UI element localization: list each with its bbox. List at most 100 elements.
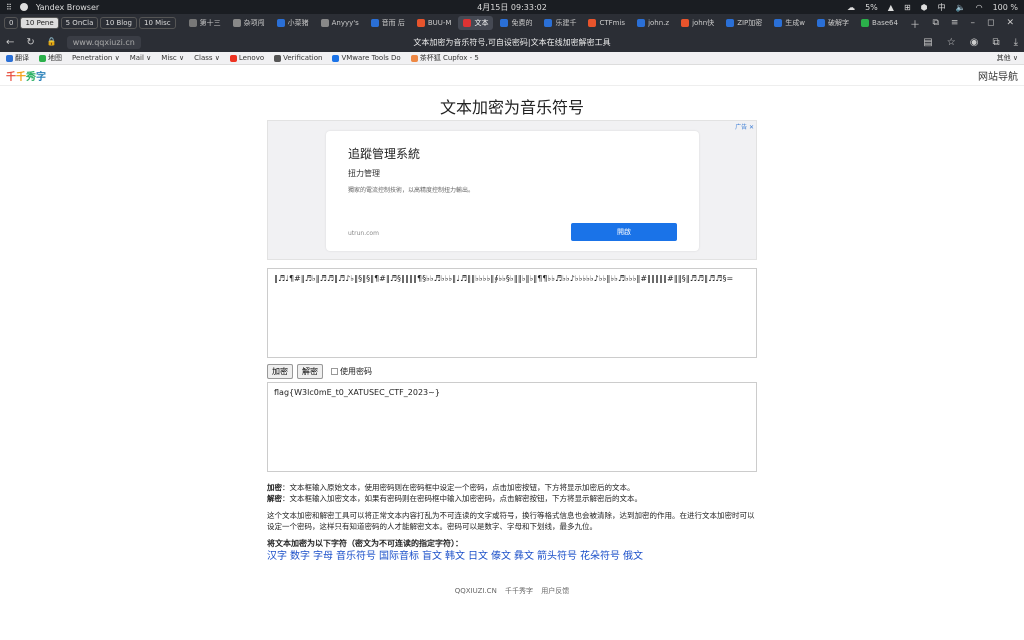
footer-link[interactable]: 用户反馈: [541, 587, 569, 595]
convert-link[interactable]: 韩文: [445, 551, 465, 562]
browser-tab[interactable]: john.z: [632, 16, 674, 30]
convert-link[interactable]: 花朵符号: [580, 551, 620, 562]
convert-link[interactable]: 傣文: [491, 551, 511, 562]
tray-icon[interactable]: ▲: [888, 3, 894, 12]
bookmark-item[interactable]: Misc ∨: [161, 53, 184, 63]
output-textarea[interactable]: flag{W3lc0mE_t0_XATUSEC_CTF_2023~}: [267, 382, 757, 472]
ad-card[interactable]: 追蹤管理系統 扭力管理 獨家的電流控制技術，以高精度控制扭力輸出。 utrun.…: [326, 131, 699, 251]
ad-open-button[interactable]: 開啟: [571, 223, 677, 241]
tab-favicon-icon: [370, 19, 379, 27]
bookmark-item[interactable]: 翻译: [6, 53, 29, 63]
browser-tab[interactable]: Anyyy's: [316, 16, 364, 30]
convert-link[interactable]: 国际音标: [379, 551, 419, 562]
bookmark-label: Lenovo: [238, 54, 265, 62]
convert-link[interactable]: 音乐符号: [336, 551, 376, 562]
convert-link[interactable]: 字母: [313, 551, 333, 562]
back-icon[interactable]: ←: [6, 37, 14, 48]
footer-link[interactable]: QQXIUZI.CN: [455, 587, 497, 595]
bookmark-item[interactable]: 茶杯狐 Cupfox - 5: [410, 53, 479, 63]
bookmark-item[interactable]: VMware Tools Do: [332, 53, 401, 63]
bookmark-item[interactable]: 地图: [39, 53, 62, 63]
browser-tab[interactable]: 破解字: [812, 16, 854, 30]
bookmark-item[interactable]: Penetration ∨: [72, 53, 120, 63]
browser-tab[interactable]: ZIP加密: [721, 16, 767, 30]
extensions-icon[interactable]: ▤: [923, 37, 932, 48]
apps-grid-icon[interactable]: ⠿: [6, 3, 12, 12]
browser-tab[interactable]: 免费的: [495, 16, 537, 30]
browser-tab[interactable]: 音而 后: [366, 16, 410, 30]
browser-tab[interactable]: 生成w: [769, 16, 810, 30]
bookmark-item[interactable]: Verification: [274, 53, 322, 63]
tab-manager-icon[interactable]: ⧉: [932, 18, 938, 28]
workspace-item[interactable]: 10 Pene: [20, 17, 59, 29]
workspace-item[interactable]: 10 Misc: [138, 17, 176, 29]
use-password-checkbox[interactable]: 使用密码: [331, 366, 372, 377]
tab-favicon-icon: [726, 19, 735, 27]
wifi-icon[interactable]: ◠: [976, 3, 983, 12]
tab-label: 杂项闯: [243, 19, 265, 27]
weather-value: 5%: [865, 2, 878, 12]
reload-icon[interactable]: ↻: [26, 37, 34, 48]
browser-tab[interactable]: 第十三: [184, 16, 226, 30]
workspace-item[interactable]: 10 Blog: [100, 17, 137, 29]
convert-link[interactable]: 日文: [468, 551, 488, 562]
convert-link[interactable]: 彝文: [514, 551, 534, 562]
input-textarea[interactable]: ‖♬♩¶#‖♬♭‖♬♬‖♬♪♭‖§‖§‖¶#‖♬§‖‖‖‖¶§♭♭♬♭♭♭‖♩♬…: [267, 268, 757, 358]
close-icon[interactable]: ✕: [1006, 18, 1014, 28]
use-password-label: 使用密码: [340, 366, 372, 376]
tab-label: 破解字: [828, 19, 850, 27]
url-field[interactable]: www.qqxiuzi.cn: [66, 35, 141, 49]
bookmark-item[interactable]: Lenovo: [229, 53, 265, 63]
tab-bar: 0 10 Pene 5 OnCla 10 Blog 10 Misc 第十三 杂项闯…: [0, 14, 1024, 32]
ad-banner[interactable]: 广告 ✕ 追蹤管理系統 扭力管理 獨家的電流控制技術，以高精度控制扭力輸出。 u…: [267, 120, 757, 260]
bookmark-item[interactable]: Mail ∨: [130, 53, 152, 63]
tab-label: 音而 后: [381, 19, 405, 27]
browser-tab[interactable]: 杂项闯: [228, 16, 270, 30]
checkbox-box[interactable]: [331, 367, 338, 375]
decrypt-button[interactable]: 解密: [297, 363, 323, 379]
browser-tab[interactable]: 小菜猪: [272, 16, 314, 30]
browser-tab[interactable]: 乐建千: [539, 16, 581, 30]
bookmark-icon[interactable]: ☆: [947, 37, 956, 48]
browser-tab[interactable]: BUU-M: [412, 16, 457, 30]
footer-link[interactable]: 千千秀字: [505, 587, 533, 595]
encrypt-button[interactable]: 加密: [267, 363, 293, 379]
profile-icon[interactable]: ◉: [970, 37, 979, 48]
workspace-item[interactable]: 0: [4, 17, 19, 29]
browser-tab[interactable]: CTFmis: [583, 16, 630, 30]
collections-icon[interactable]: ⧉: [992, 37, 999, 48]
bookmark-item[interactable]: Class ∨: [194, 53, 220, 63]
convert-link[interactable]: 盲文: [422, 551, 442, 562]
site-logo[interactable]: 千千秀字: [6, 68, 46, 83]
site-nav-link[interactable]: 网站导航: [978, 68, 1018, 83]
bookmark-label: Mail ∨: [129, 54, 152, 62]
main-content: 文本加密为音乐符号 广告 ✕ 追蹤管理系統 扭力管理 獨家的電流控制技術，以高精…: [267, 90, 757, 562]
convert-link[interactable]: 汉字: [267, 551, 287, 562]
tab-favicon-icon: [861, 19, 870, 27]
convert-link[interactable]: 箭头符号: [537, 551, 577, 562]
tab-favicon-icon: [774, 19, 783, 27]
convert-link[interactable]: 俄文: [623, 551, 643, 562]
bookmark-label: VMware Tools Do: [341, 54, 401, 62]
volume-icon[interactable]: 🔈: [956, 3, 966, 12]
tab-label: 小菜猪: [287, 19, 309, 27]
browser-tab[interactable]: john快: [676, 16, 719, 30]
menu-icon[interactable]: ≡: [951, 18, 959, 28]
download-icon[interactable]: ⤓: [1014, 37, 1018, 48]
browser-tab[interactable]: Base64: [856, 16, 903, 30]
minimize-icon[interactable]: –: [970, 18, 975, 28]
new-tab-button[interactable]: ＋: [905, 16, 925, 31]
tray-icon[interactable]: ⬢: [921, 3, 928, 12]
workspace-switcher: 0 10 Pene 5 OnCla 10 Blog 10 Misc: [4, 17, 176, 29]
maximize-icon[interactable]: ◻: [987, 18, 994, 28]
clock[interactable]: 4月15日 09:33:02: [477, 3, 547, 12]
tab-favicon-icon: [637, 19, 646, 27]
ad-choice-icon[interactable]: 广告 ✕: [735, 122, 754, 131]
tray-icon[interactable]: ⊞: [904, 3, 911, 12]
input-method[interactable]: 中: [938, 2, 946, 13]
bookmarks-more[interactable]: 其他 ∨: [997, 53, 1018, 63]
workspace-item[interactable]: 5 OnCla: [60, 17, 99, 29]
browser-tab[interactable]: 文本: [458, 16, 494, 30]
convert-link[interactable]: 数字: [290, 551, 310, 562]
bookmark-favicon-icon: [274, 54, 282, 62]
